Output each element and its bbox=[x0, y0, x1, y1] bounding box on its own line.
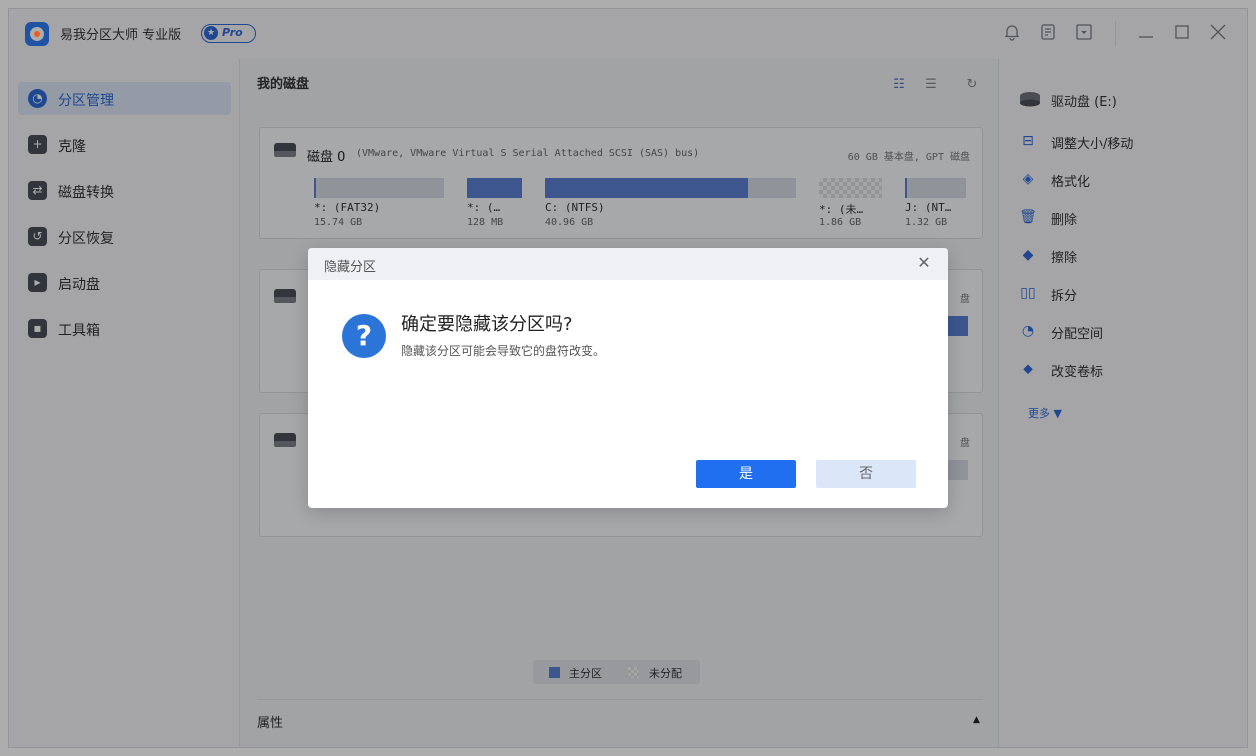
dialog-title: 隐藏分区 bbox=[324, 260, 377, 275]
hide-partition-dialog: 隐藏分区 ✕ ? 确定要隐藏该分区吗? 隐藏该分区可能会导致它的盘符改变。 是 … bbox=[308, 248, 948, 508]
dialog-header: 隐藏分区 ✕ bbox=[308, 248, 948, 280]
dialog-question: 确定要隐藏该分区吗? bbox=[401, 314, 573, 335]
question-icon: ? bbox=[342, 314, 386, 358]
no-button[interactable]: 否 bbox=[816, 460, 916, 488]
dialog-message: 隐藏该分区可能会导致它的盘符改变。 bbox=[401, 344, 606, 358]
yes-button[interactable]: 是 bbox=[696, 460, 796, 488]
dialog-close-icon[interactable]: ✕ bbox=[914, 253, 934, 273]
